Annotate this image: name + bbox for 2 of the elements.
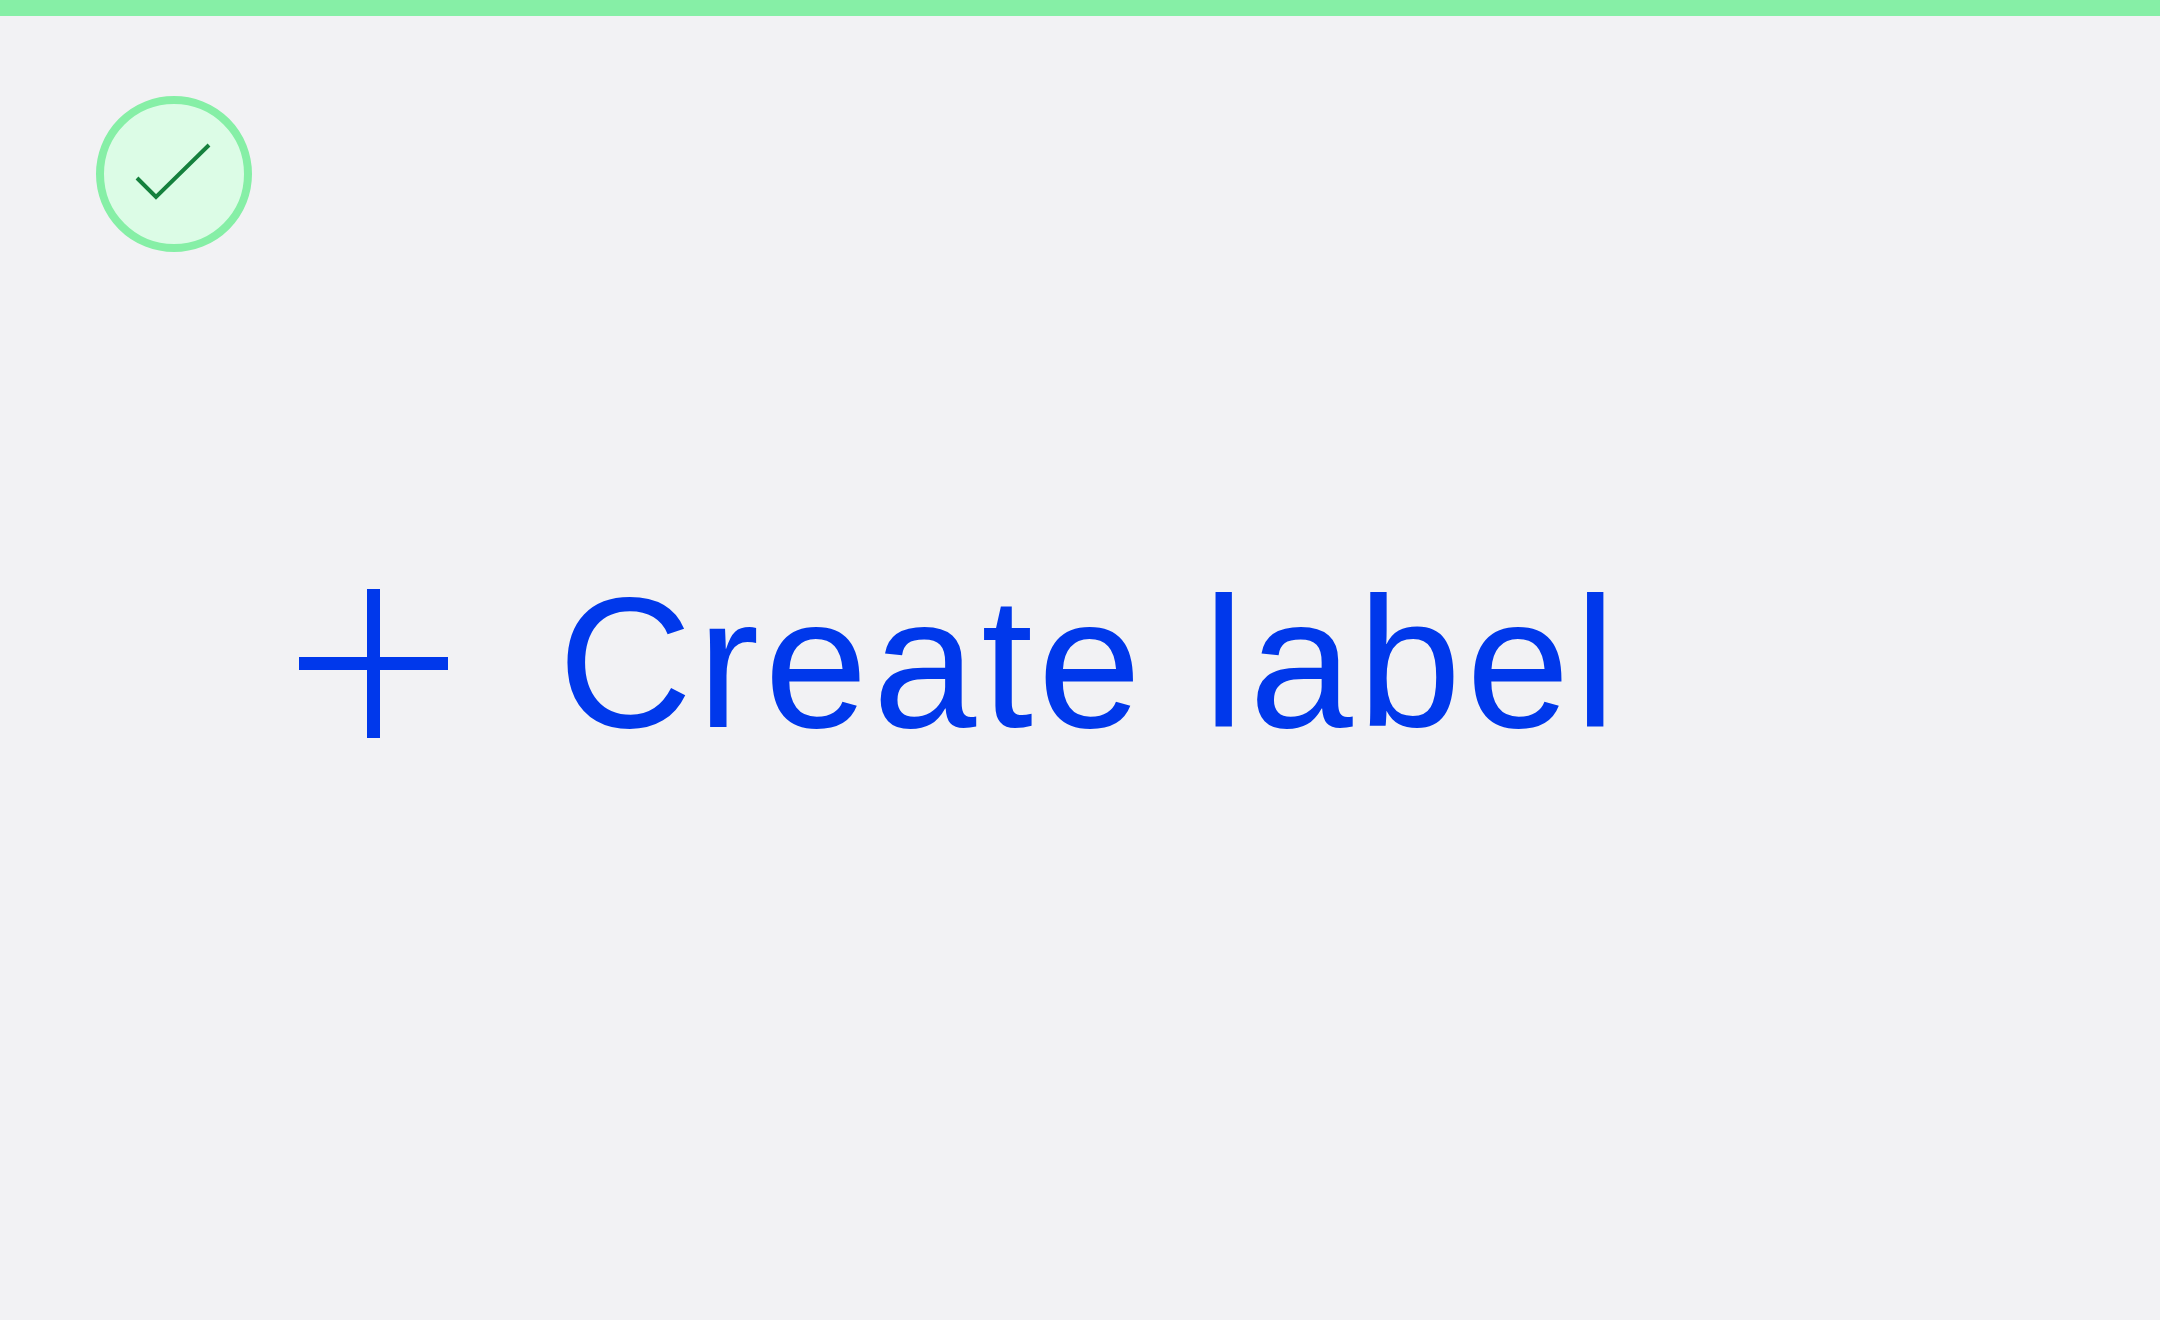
plus-icon (299, 588, 448, 738)
create-label-button[interactable]: Create label (299, 570, 1621, 756)
